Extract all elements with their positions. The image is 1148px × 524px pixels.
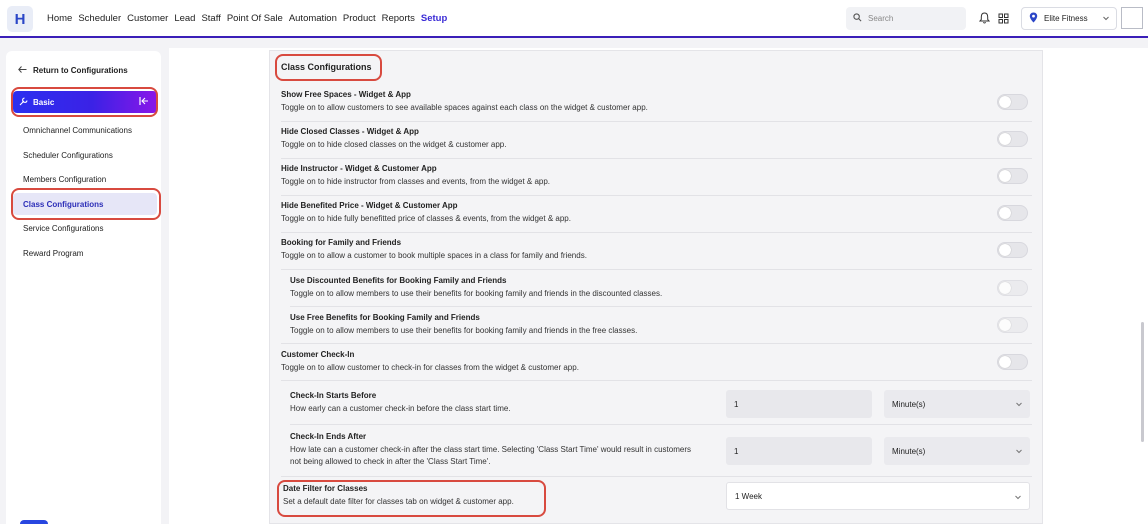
setting-desc: Toggle on to hide fully benefitted price… bbox=[281, 214, 571, 223]
setting-title: Show Free Spaces - Widget & App bbox=[281, 90, 411, 99]
return-label: Return to Configurations bbox=[33, 66, 128, 75]
nav-reports[interactable]: Reports bbox=[382, 13, 415, 24]
divider bbox=[281, 158, 1032, 159]
setting-desc: Toggle on to hide instructor from classe… bbox=[281, 177, 551, 186]
search-input[interactable]: Search bbox=[846, 7, 966, 30]
date-filter-select[interactable]: 1 Week bbox=[726, 482, 1030, 510]
toggle-hide-closed-classes[interactable] bbox=[997, 131, 1028, 147]
checkin-end-value-input[interactable]: 1 bbox=[726, 437, 872, 465]
checkin-start-unit: Minute(s) bbox=[892, 399, 926, 409]
setting-title: Use Free Benefits for Booking Family and… bbox=[290, 313, 480, 322]
toggle-hide-instructor[interactable] bbox=[997, 168, 1028, 184]
sidebar-item-omnichannel[interactable]: Omnichannel Communications bbox=[23, 126, 132, 135]
toggle-customer-check-in[interactable] bbox=[997, 354, 1028, 370]
setting-title: Use Discounted Benefits for Booking Fami… bbox=[290, 276, 507, 285]
divider bbox=[281, 232, 1032, 233]
main-nav: Home Scheduler Customer Lead Staff Point… bbox=[47, 13, 447, 24]
checkin-end-desc-line1: How late can a customer check-in after t… bbox=[290, 445, 691, 454]
location-pin-icon bbox=[1029, 12, 1038, 25]
scrollbar[interactable] bbox=[1141, 322, 1144, 442]
setting-desc: Toggle on to allow a customer to book mu… bbox=[281, 251, 587, 260]
divider bbox=[281, 121, 1032, 122]
setting-title: Booking for Family and Friends bbox=[281, 238, 402, 247]
divider bbox=[290, 424, 1032, 425]
chevron-down-icon bbox=[1102, 14, 1110, 24]
checkin-end-title: Check-In Ends After bbox=[290, 432, 367, 441]
nav-lead[interactable]: Lead bbox=[174, 13, 195, 24]
bell-icon[interactable] bbox=[977, 11, 991, 25]
sidebar-item-members[interactable]: Members Configuration bbox=[23, 175, 106, 184]
date-filter-desc: Set a default date filter for classes ta… bbox=[283, 497, 514, 506]
toggle-show-free-spaces[interactable] bbox=[997, 94, 1028, 110]
setting-desc: Toggle on to allow customers to see avai… bbox=[281, 103, 648, 112]
checkin-end-value: 1 bbox=[734, 446, 739, 456]
setting-desc: Toggle on to hide closed classes on the … bbox=[281, 140, 507, 149]
avatar[interactable] bbox=[1121, 7, 1143, 29]
checkin-start-desc: How early can a customer check-in before… bbox=[290, 404, 511, 413]
location-selector[interactable]: Elite Fitness bbox=[1021, 7, 1117, 30]
section-title: Class Configurations bbox=[281, 62, 372, 72]
checkin-end-unit-select[interactable]: Minute(s) bbox=[884, 437, 1030, 465]
sidebar-item-service[interactable]: Service Configurations bbox=[23, 224, 103, 233]
setting-title: Hide Benefited Price - Widget & Customer… bbox=[281, 201, 458, 210]
toggle-booking-family-friends[interactable] bbox=[997, 242, 1028, 258]
wrench-icon bbox=[19, 96, 28, 108]
divider bbox=[281, 343, 1032, 344]
divider bbox=[281, 476, 1032, 477]
nav-setup[interactable]: Setup bbox=[421, 13, 447, 24]
chevron-down-icon bbox=[1014, 493, 1022, 503]
nav-point-of-sale[interactable]: Point Of Sale bbox=[227, 13, 283, 24]
toggle-hide-benefited-price[interactable] bbox=[997, 205, 1028, 221]
checkin-end-desc-line2: not being allowed to check in after the … bbox=[290, 457, 491, 466]
checkin-start-value-input[interactable]: 1 bbox=[726, 390, 872, 418]
sidebar: Return to Configurations Basic Omnichann… bbox=[6, 51, 161, 524]
setting-desc: Toggle on to allow customer to check-in … bbox=[281, 363, 579, 372]
checkin-start-unit-select[interactable]: Minute(s) bbox=[884, 390, 1030, 418]
setting-desc: Toggle on to allow members to use their … bbox=[290, 326, 638, 335]
collapse-icon[interactable] bbox=[139, 96, 149, 108]
sidebar-item-class-configurations[interactable]: Class Configurations bbox=[13, 193, 157, 215]
nav-staff[interactable]: Staff bbox=[201, 13, 220, 24]
nav-home[interactable]: Home bbox=[47, 13, 72, 24]
search-placeholder: Search bbox=[868, 14, 894, 23]
top-navigation-bar: H Home Scheduler Customer Lead Staff Poi… bbox=[0, 0, 1148, 38]
sidebar-group-basic[interactable]: Basic bbox=[13, 91, 157, 113]
sidebar-item-scheduler[interactable]: Scheduler Configurations bbox=[23, 151, 113, 160]
divider bbox=[281, 380, 1032, 381]
setting-title: Customer Check-In bbox=[281, 350, 355, 359]
nav-scheduler[interactable]: Scheduler bbox=[78, 13, 121, 24]
location-name: Elite Fitness bbox=[1044, 14, 1088, 23]
date-filter-value: 1 Week bbox=[735, 491, 762, 501]
setting-title: Hide Instructor - Widget & Customer App bbox=[281, 164, 437, 173]
divider bbox=[281, 269, 1032, 270]
nav-automation[interactable]: Automation bbox=[289, 13, 337, 24]
grid-icon[interactable] bbox=[996, 11, 1010, 25]
toggle-free-benefits[interactable] bbox=[997, 317, 1028, 333]
date-filter-title: Date Filter for Classes bbox=[283, 484, 368, 493]
checkin-start-value: 1 bbox=[734, 399, 739, 409]
divider bbox=[290, 306, 1032, 307]
sidebar-item-reward[interactable]: Reward Program bbox=[23, 249, 83, 258]
toggle-discounted-benefits[interactable] bbox=[997, 280, 1028, 296]
chevron-down-icon bbox=[1015, 400, 1023, 410]
help-button[interactable] bbox=[20, 520, 48, 524]
back-arrow-icon bbox=[18, 66, 27, 75]
sidebar-group-label: Basic bbox=[33, 97, 55, 107]
app-logo[interactable]: H bbox=[7, 6, 33, 32]
setting-title: Hide Closed Classes - Widget & App bbox=[281, 127, 419, 136]
search-icon bbox=[853, 13, 862, 24]
nav-product[interactable]: Product bbox=[343, 13, 376, 24]
chevron-down-icon bbox=[1015, 447, 1023, 457]
return-to-configurations-link[interactable]: Return to Configurations bbox=[18, 66, 128, 75]
checkin-end-unit: Minute(s) bbox=[892, 446, 926, 456]
nav-customer[interactable]: Customer bbox=[127, 13, 168, 24]
checkin-start-title: Check-In Starts Before bbox=[290, 391, 377, 400]
divider bbox=[281, 195, 1032, 196]
setting-desc: Toggle on to allow members to use their … bbox=[290, 289, 663, 298]
